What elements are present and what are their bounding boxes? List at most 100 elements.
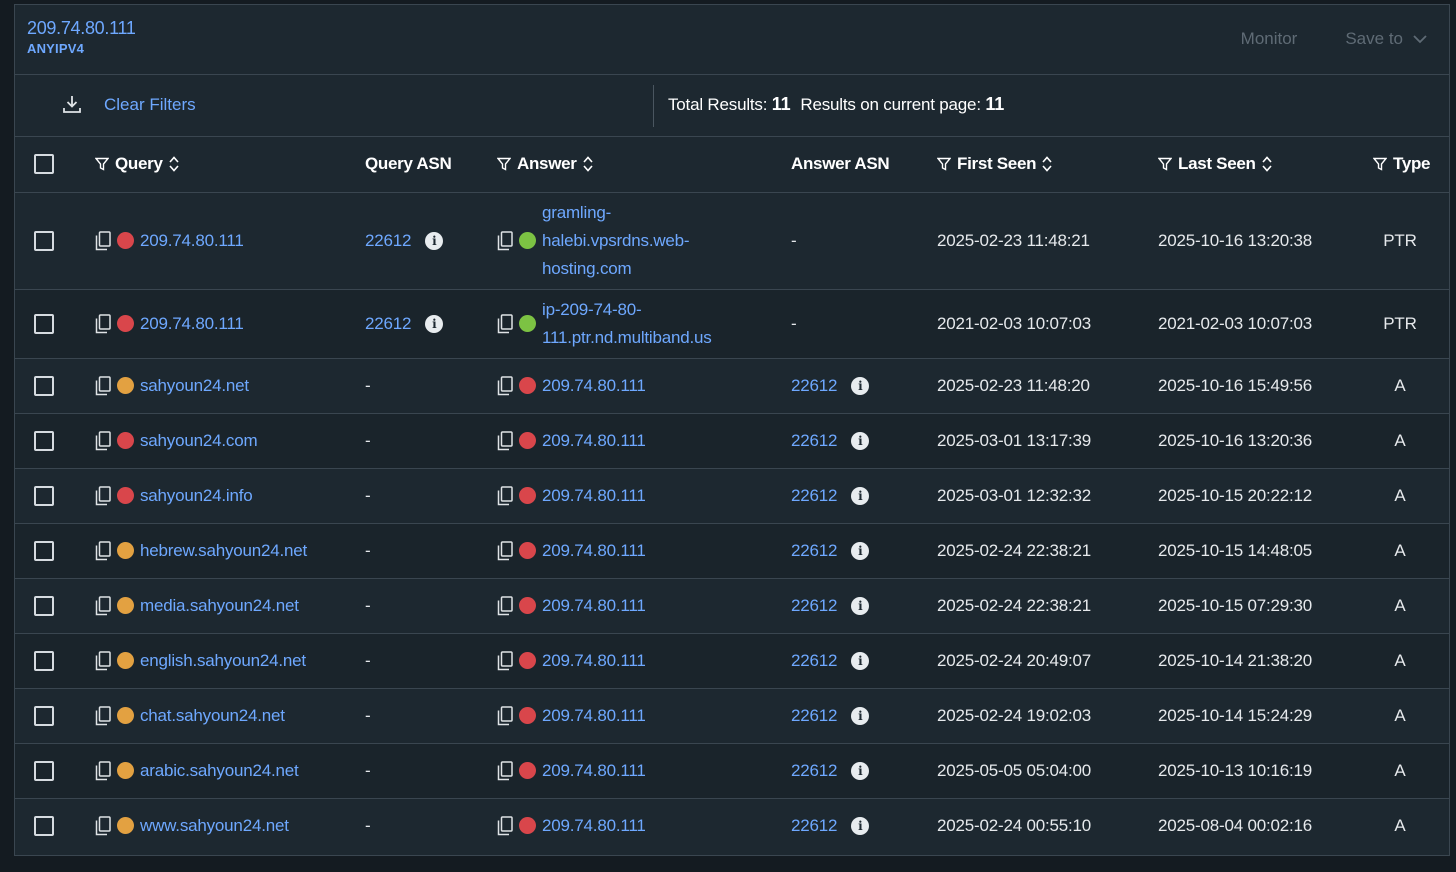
filter-icon[interactable] bbox=[497, 157, 511, 171]
filter-icon[interactable] bbox=[1373, 157, 1387, 171]
answer-line[interactable]: 209.74.80.111 bbox=[542, 372, 646, 400]
query-asn-link[interactable]: 22612 bbox=[365, 314, 411, 334]
copy-icon[interactable] bbox=[497, 595, 513, 616]
answer-asn-link[interactable]: 22612 bbox=[791, 761, 837, 781]
row-checkbox[interactable] bbox=[34, 540, 54, 561]
column-type[interactable]: Type bbox=[1369, 137, 1449, 193]
copy-icon[interactable] bbox=[95, 816, 111, 836]
copy-icon[interactable] bbox=[497, 375, 513, 396]
query-link[interactable]: sahyoun24.net bbox=[140, 376, 249, 396]
answer-line[interactable]: 209.74.80.111 bbox=[542, 757, 646, 785]
query-link[interactable]: english.sahyoun24.net bbox=[140, 651, 306, 671]
copy-icon[interactable] bbox=[95, 760, 111, 781]
answer-line[interactable]: 209.74.80.111 bbox=[542, 482, 646, 510]
download-icon[interactable] bbox=[61, 93, 83, 115]
copy-icon[interactable] bbox=[95, 650, 111, 671]
row-checkbox[interactable] bbox=[34, 485, 54, 506]
copy-icon[interactable] bbox=[497, 816, 513, 836]
query-asn-link[interactable]: 22612 bbox=[365, 231, 411, 251]
row-checkbox[interactable] bbox=[34, 815, 54, 836]
info-icon[interactable]: i bbox=[425, 231, 444, 250]
copy-icon[interactable] bbox=[95, 485, 111, 506]
row-checkbox[interactable] bbox=[34, 760, 54, 781]
info-icon[interactable]: i bbox=[851, 541, 870, 560]
column-first-seen[interactable]: First Seen bbox=[929, 137, 1151, 193]
info-icon[interactable]: i bbox=[851, 816, 870, 835]
select-all-checkbox[interactable] bbox=[34, 154, 54, 175]
query-link[interactable]: sahyoun24.info bbox=[140, 486, 253, 506]
monitor-button[interactable]: Monitor bbox=[1241, 29, 1298, 49]
copy-icon[interactable] bbox=[95, 430, 111, 451]
clear-filters-button[interactable]: Clear Filters bbox=[104, 95, 196, 115]
query-link[interactable]: chat.sahyoun24.net bbox=[140, 706, 285, 726]
sort-icon[interactable] bbox=[583, 156, 593, 172]
row-checkbox[interactable] bbox=[34, 375, 54, 396]
filter-icon[interactable] bbox=[95, 157, 109, 171]
info-icon[interactable]: i bbox=[851, 596, 870, 615]
info-icon[interactable]: i bbox=[425, 314, 444, 333]
answer-line[interactable]: 209.74.80.111 bbox=[542, 812, 646, 840]
row-checkbox[interactable] bbox=[34, 705, 54, 726]
answer-line[interactable]: 209.74.80.111 bbox=[542, 427, 646, 455]
row-checkbox[interactable] bbox=[34, 650, 54, 671]
column-last-seen[interactable]: Last Seen bbox=[1151, 137, 1369, 193]
answer-line[interactable]: 209.74.80.111 bbox=[542, 592, 646, 620]
copy-icon[interactable] bbox=[497, 705, 513, 726]
query-link[interactable]: 209.74.80.111 bbox=[140, 231, 244, 251]
column-answer[interactable]: Answer bbox=[489, 137, 789, 193]
info-icon[interactable]: i bbox=[851, 431, 870, 450]
answer-asn-link[interactable]: 22612 bbox=[791, 651, 837, 671]
answer-line[interactable]: 111.ptr.nd.multiband.us bbox=[542, 324, 712, 352]
answer-asn-link[interactable]: 22612 bbox=[791, 541, 837, 561]
save-to-button[interactable]: Save to bbox=[1345, 29, 1427, 49]
copy-icon[interactable] bbox=[497, 313, 513, 334]
copy-icon[interactable] bbox=[497, 650, 513, 671]
copy-icon[interactable] bbox=[95, 705, 111, 726]
answer-line[interactable]: ip-209-74-80- bbox=[542, 296, 712, 324]
copy-icon[interactable] bbox=[497, 230, 513, 251]
copy-icon[interactable] bbox=[497, 760, 513, 781]
info-icon[interactable]: i bbox=[851, 376, 870, 395]
query-link[interactable]: hebrew.sahyoun24.net bbox=[140, 541, 307, 561]
info-icon[interactable]: i bbox=[851, 651, 870, 670]
row-checkbox[interactable] bbox=[34, 595, 54, 616]
answer-line[interactable]: 209.74.80.111 bbox=[542, 702, 646, 730]
row-checkbox[interactable] bbox=[34, 313, 54, 334]
query-link[interactable]: media.sahyoun24.net bbox=[140, 596, 299, 616]
row-checkbox[interactable] bbox=[34, 230, 54, 251]
copy-icon[interactable] bbox=[95, 540, 111, 561]
copy-icon[interactable] bbox=[95, 313, 111, 334]
answer-asn-link[interactable]: 22612 bbox=[791, 706, 837, 726]
copy-icon[interactable] bbox=[497, 485, 513, 506]
copy-icon[interactable] bbox=[95, 595, 111, 616]
copy-icon[interactable] bbox=[497, 540, 513, 561]
answer-asn-link[interactable]: 22612 bbox=[791, 816, 837, 836]
filter-icon[interactable] bbox=[937, 157, 951, 171]
search-target-ip[interactable]: 209.74.80.111 bbox=[27, 18, 136, 39]
copy-icon[interactable] bbox=[95, 375, 111, 396]
row-checkbox[interactable] bbox=[34, 430, 54, 451]
answer-asn-link[interactable]: 22612 bbox=[791, 376, 837, 396]
answer-asn-link[interactable]: 22612 bbox=[791, 486, 837, 506]
query-link[interactable]: 209.74.80.111 bbox=[140, 314, 244, 334]
sort-icon[interactable] bbox=[1042, 156, 1052, 172]
query-link[interactable]: arabic.sahyoun24.net bbox=[140, 761, 299, 781]
answer-line[interactable]: halebi.vpsrdns.web- bbox=[542, 227, 690, 255]
info-icon[interactable]: i bbox=[851, 761, 870, 780]
answer-line[interactable]: 209.74.80.111 bbox=[542, 647, 646, 675]
copy-icon[interactable] bbox=[497, 430, 513, 451]
copy-icon[interactable] bbox=[95, 230, 111, 251]
query-link[interactable]: sahyoun24.com bbox=[140, 431, 258, 451]
answer-line[interactable]: 209.74.80.111 bbox=[542, 537, 646, 565]
filter-icon[interactable] bbox=[1158, 157, 1172, 171]
column-query[interactable]: Query bbox=[87, 137, 361, 193]
sort-icon[interactable] bbox=[169, 156, 179, 172]
info-icon[interactable]: i bbox=[851, 706, 870, 725]
info-icon[interactable]: i bbox=[851, 486, 870, 505]
answer-asn-link[interactable]: 22612 bbox=[791, 596, 837, 616]
answer-asn-link[interactable]: 22612 bbox=[791, 431, 837, 451]
answer-line[interactable]: gramling- bbox=[542, 199, 689, 227]
query-link[interactable]: www.sahyoun24.net bbox=[140, 816, 289, 836]
answer-line[interactable]: hosting.com bbox=[542, 255, 689, 283]
sort-icon[interactable] bbox=[1262, 156, 1272, 172]
